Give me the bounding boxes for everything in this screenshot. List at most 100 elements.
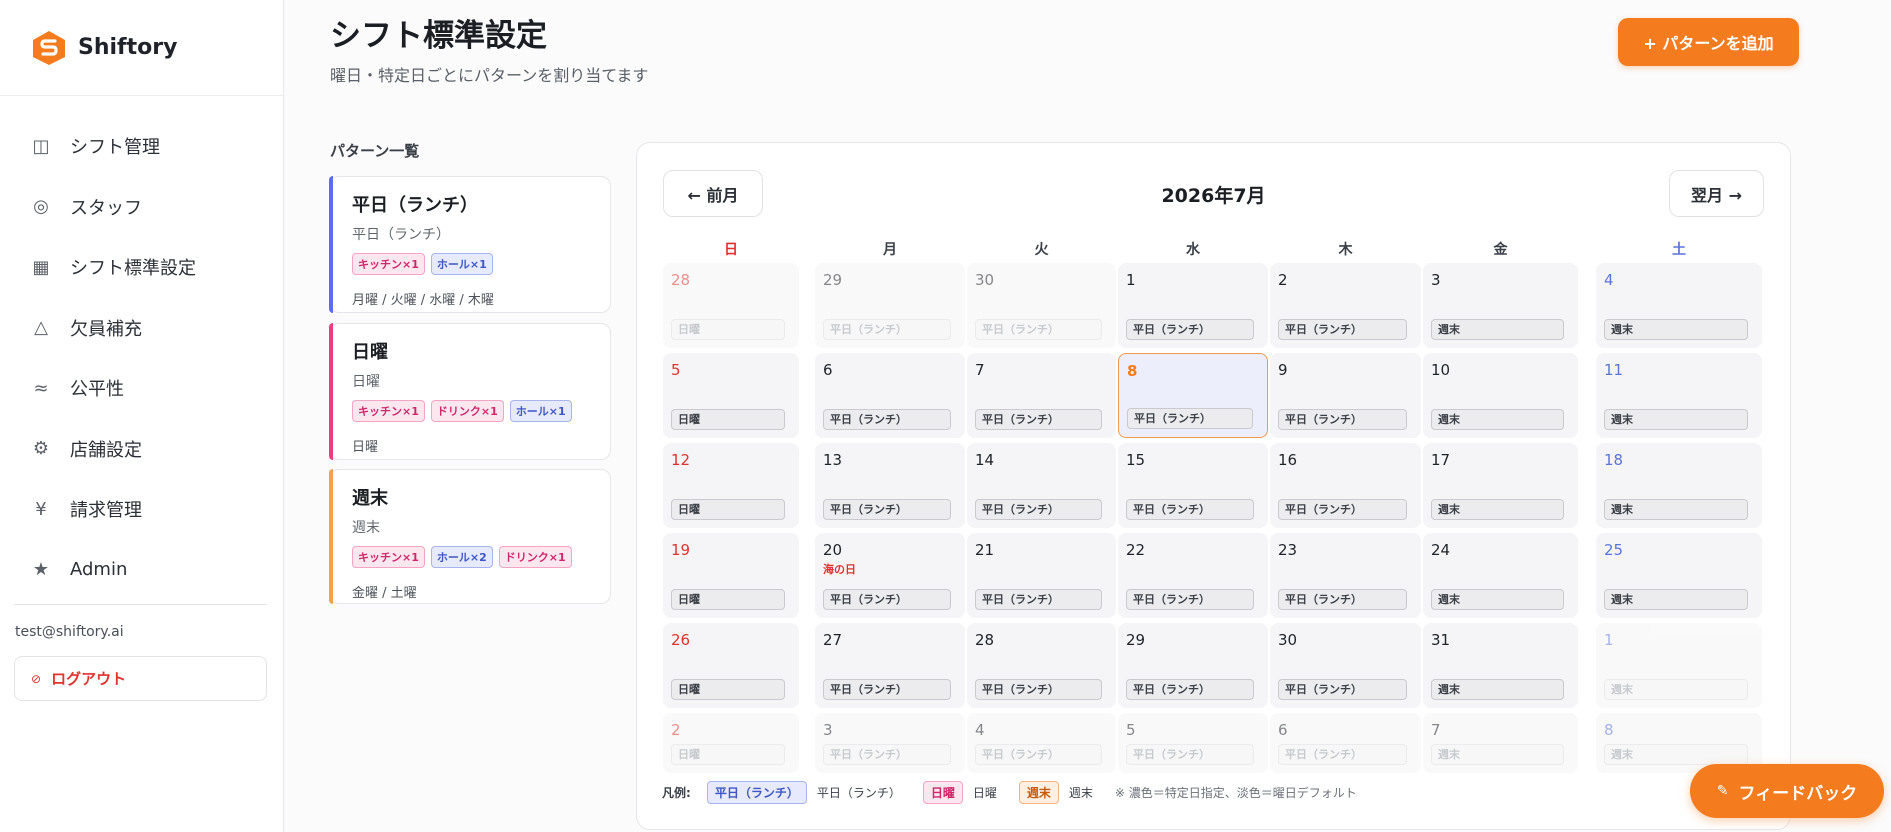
calendar-day-cell[interactable]: 7 平日（ランチ） — [967, 353, 1116, 438]
pattern-badge: 平日（ランチ） — [1278, 319, 1407, 340]
day-number: 6 — [823, 361, 833, 379]
role-tag: キッチン×1 — [352, 253, 425, 275]
calendar-day-cell[interactable]: 10 週末 — [1423, 353, 1578, 438]
calendar-day-cell[interactable]: 30 平日（ランチ） — [1270, 623, 1421, 708]
day-number: 8 — [1127, 362, 1138, 380]
legend-text: 日曜 — [972, 786, 997, 800]
next-month-button[interactable]: 翌月 → — [1669, 170, 1764, 217]
calendar-day-cell[interactable]: 22 平日（ランチ） — [1118, 533, 1268, 618]
pattern-list-heading: パターン一覧 — [330, 142, 420, 160]
sidebar-item-3[interactable]: △ 欠員補充 — [0, 298, 283, 359]
pattern-subtitle: 週末 — [352, 520, 380, 536]
day-number: 29 — [1126, 631, 1146, 649]
day-number: 4 — [1604, 271, 1614, 289]
calendar-day-cell[interactable]: 24 週末 — [1423, 533, 1578, 618]
calendar-day-cell[interactable]: 14 平日（ランチ） — [967, 443, 1116, 528]
calendar-day-cell[interactable]: 8 平日（ランチ） — [1118, 353, 1268, 438]
pattern-badge: 日曜 — [671, 499, 785, 520]
calendar-day-cell[interactable]: 1 週末 — [1596, 623, 1762, 708]
calendar-day-cell[interactable]: 11 週末 — [1596, 353, 1762, 438]
pattern-card[interactable]: 日曜 日曜 キッチン×1 ドリンク×1 ホール×1 日曜 — [329, 323, 611, 460]
calendar-day-cell[interactable]: 2 平日（ランチ） — [1270, 263, 1421, 348]
sidebar-item-1[interactable]: ◎ スタッフ — [0, 177, 283, 238]
role-tag: ホール×1 — [509, 400, 572, 422]
sidebar-item-2[interactable]: ▦ シフト標準設定 — [0, 237, 283, 298]
calendar-day-cell[interactable]: 30 平日（ランチ） — [967, 263, 1116, 348]
logout-icon: ⊘ — [31, 671, 42, 686]
calendar-day-cell[interactable]: 5 平日（ランチ） — [1118, 713, 1268, 773]
shiftory-logo-icon — [33, 30, 65, 65]
day-number: 25 — [1604, 541, 1624, 559]
calendar-day-cell[interactable]: 26 日曜 — [663, 623, 799, 708]
day-number: 17 — [1431, 451, 1451, 469]
calendar-day-cell[interactable]: 6 平日（ランチ） — [815, 353, 965, 438]
day-number: 9 — [1278, 361, 1288, 379]
calendar-day-cell[interactable]: 29 平日（ランチ） — [1118, 623, 1268, 708]
calendar-day-cell[interactable]: 3 週末 — [1423, 263, 1578, 348]
day-number: 22 — [1126, 541, 1146, 559]
calendar-day-cell[interactable]: 12 日曜 — [663, 443, 799, 528]
calendar-day-cell[interactable]: 17 週末 — [1423, 443, 1578, 528]
calendar-day-cell[interactable]: 7 週末 — [1423, 713, 1578, 773]
pattern-badge: 平日（ランチ） — [1126, 589, 1254, 610]
calendar-day-cell[interactable]: 4 週末 — [1596, 263, 1762, 348]
pattern-card[interactable]: 平日（ランチ） 平日（ランチ） キッチン×1 ホール×1 月曜 / 火曜 / 水曜 / … — [329, 176, 611, 313]
pattern-card[interactable]: 週末 週末 キッチン×1 ホール×2 ドリンク×1 金曜 / 土曜 — [329, 469, 611, 604]
sidebar-item-6[interactable]: ¥ 請求管理 — [0, 479, 283, 540]
sidebar-item-5[interactable]: ⚙ 店舗設定 — [0, 419, 283, 480]
pattern-badge: 平日（ランチ） — [1278, 744, 1407, 765]
sidebar-item-0[interactable]: ◫ シフト管理 — [0, 116, 283, 177]
pattern-badge: 週末 — [1431, 744, 1564, 765]
calendar-day-cell[interactable]: 15 平日（ランチ） — [1118, 443, 1268, 528]
day-number: 8 — [1604, 721, 1614, 739]
pattern-badge: 日曜 — [671, 744, 785, 765]
calendar-day-cell[interactable]: 3 平日（ランチ） — [815, 713, 965, 773]
day-number: 2 — [671, 721, 681, 739]
pattern-badge: 週末 — [1604, 409, 1748, 430]
calendar-day-cell[interactable]: 1 平日（ランチ） — [1118, 263, 1268, 348]
day-number: 27 — [823, 631, 843, 649]
feedback-button[interactable]: ✎ フィードバック — [1690, 764, 1884, 818]
calendar-day-cell[interactable]: 2 日曜 — [663, 713, 799, 773]
pattern-badge: 平日（ランチ） — [1127, 408, 1253, 429]
pattern-badge: 平日（ランチ） — [975, 744, 1102, 765]
brand[interactable]: Shiftory — [0, 0, 283, 96]
calendar-day-cell[interactable]: 29 平日（ランチ） — [815, 263, 965, 348]
sidebar-item-4[interactable]: ≈ 公平性 — [0, 358, 283, 419]
calendar-day-cell[interactable]: 21 平日（ランチ） — [967, 533, 1116, 618]
logout-button[interactable]: ⊘ ログアウト — [14, 656, 267, 701]
pattern-badge: 平日（ランチ） — [1126, 744, 1254, 765]
sidebar-item-label: シフト標準設定 — [70, 258, 196, 280]
legend-text: 平日（ランチ） — [816, 786, 901, 800]
weekday-header: 火 — [1034, 242, 1049, 258]
calendar-day-cell[interactable]: 5 日曜 — [663, 353, 799, 438]
add-pattern-button[interactable]: + パターンを追加 — [1618, 18, 1799, 66]
calendar-day-cell[interactable]: 18 週末 — [1596, 443, 1762, 528]
sidebar: Shiftory ◫ シフト管理 ◎ スタッフ ▦ シフト標準設定 △ 欠員補充 ≈ 公平性 ⚙ 店舗… — [0, 0, 284, 832]
pattern-badge: 平日（ランチ） — [1126, 499, 1254, 520]
day-number: 11 — [1604, 361, 1624, 379]
sidebar-item-7[interactable]: ★ Admin — [0, 540, 283, 601]
pattern-badge: 日曜 — [671, 409, 785, 430]
pattern-badge: 平日（ランチ） — [1126, 319, 1254, 340]
calendar-day-cell[interactable]: 20 海の日 平日（ランチ） — [815, 533, 965, 618]
day-number: 2 — [1278, 271, 1288, 289]
calendar-day-cell[interactable]: 4 平日（ランチ） — [967, 713, 1116, 773]
calendar-day-cell[interactable]: 13 平日（ランチ） — [815, 443, 965, 528]
calendar-day-cell[interactable]: 19 日曜 — [663, 533, 799, 618]
calendar-day-cell[interactable]: 9 平日（ランチ） — [1270, 353, 1421, 438]
pattern-name: 平日（ランチ） — [352, 195, 478, 216]
calendar-day-cell[interactable]: 28 平日（ランチ） — [967, 623, 1116, 708]
yen-icon: ¥ — [35, 498, 47, 520]
calendar-day-cell[interactable]: 31 週末 — [1423, 623, 1578, 708]
calendar-day-cell[interactable]: 23 平日（ランチ） — [1270, 533, 1421, 618]
day-number: 20 — [823, 541, 843, 559]
calendar-day-cell[interactable]: 27 平日（ランチ） — [815, 623, 965, 708]
calendar-day-cell[interactable]: 25 週末 — [1596, 533, 1762, 618]
day-number: 24 — [1431, 541, 1451, 559]
calendar-day-cell[interactable]: 16 平日（ランチ） — [1270, 443, 1421, 528]
calendar-day-cell[interactable]: 6 平日（ランチ） — [1270, 713, 1421, 773]
day-number: 1 — [1126, 271, 1136, 289]
calendar-day-cell[interactable]: 28 日曜 — [663, 263, 799, 348]
day-number: 26 — [671, 631, 691, 649]
